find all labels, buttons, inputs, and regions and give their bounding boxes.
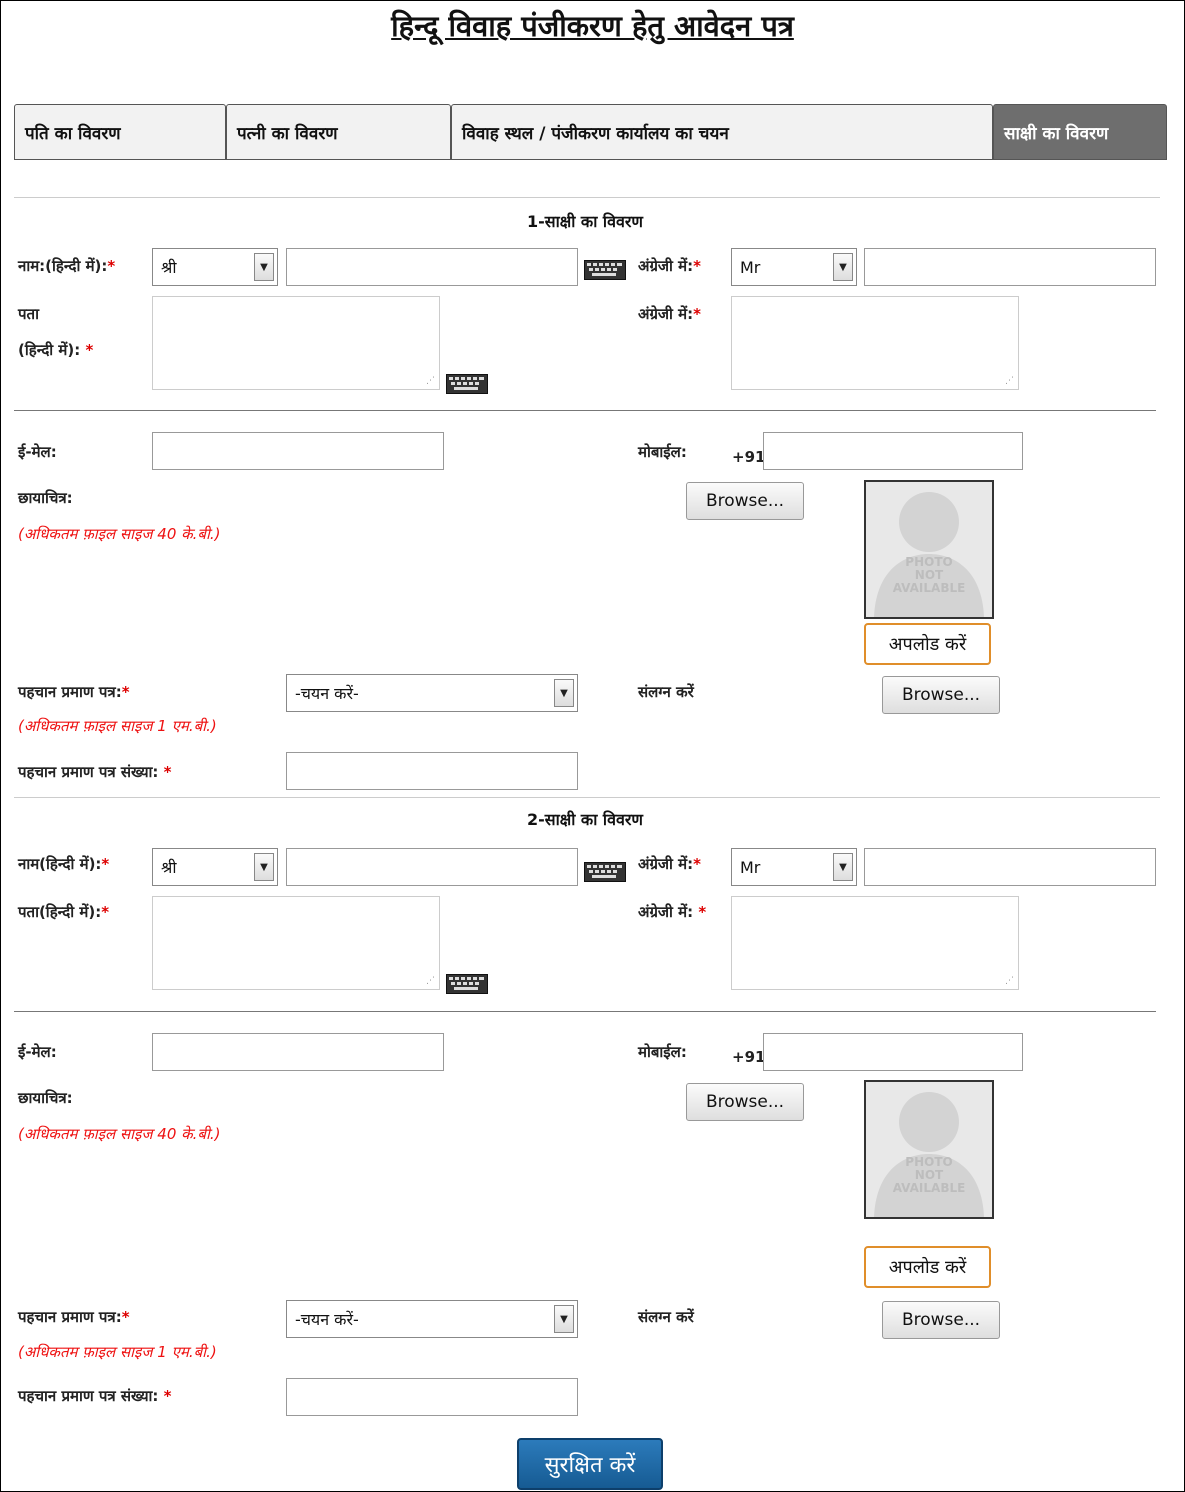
witness1-name-hindi-input[interactable] [286,248,578,286]
witness2-salutation-hi-select[interactable]: श्री ▼ [152,848,278,886]
witness2-photo-browse-button[interactable]: Browse... [686,1083,804,1121]
chevron-down-icon: ▼ [254,853,274,881]
chevron-down-icon: ▼ [833,253,853,281]
witness1-english-label: अंग्रेजी में:* [638,257,701,275]
witness2-mobile-input[interactable] [763,1033,1023,1071]
divider [14,197,1160,198]
witness1-email-label: ई-मेल: [18,443,57,461]
witness1-photo-note: (अधिकतम फ़ाइल साइज 40 के.बी.) [18,525,221,543]
witness2-name-english-input[interactable] [864,848,1156,886]
witness1-name-label: नाम:(हिन्दी में):* [18,257,116,275]
witness2-address-english-textarea[interactable]: ⋰ [731,896,1019,990]
witness2-address-hindi-textarea[interactable]: ⋰ [152,896,440,990]
witness2-attach-browse-button[interactable]: Browse... [882,1301,1000,1339]
witness1-photo-browse-button[interactable]: Browse... [686,482,804,520]
witness1-photo-label: छायाचित्र: [18,489,73,507]
witness1-id-proof-label: पहचान प्रमाण पत्र:* [18,683,130,701]
witness1-address-hindi-textarea[interactable]: ⋰ [152,296,440,390]
witness2-salutation-en-select[interactable]: Mr ▼ [731,848,857,886]
witness2-name-label: नाम(हिन्दी में):* [18,855,110,873]
witness2-photo-label: छायाचित्र: [18,1089,73,1107]
witness1-address-english-textarea[interactable]: ⋰ [731,296,1019,390]
person-silhouette-icon [874,1092,984,1217]
witness1-salutation-en-select[interactable]: Mr ▼ [731,248,857,286]
witness2-mobile-label: मोबाईल: [638,1043,687,1061]
witness1-upload-button[interactable]: अपलोड करें [864,623,991,665]
witness1-salutation-hi-select[interactable]: श्री ▼ [152,248,278,286]
witness2-mobile-prefix: +91 [732,1048,766,1066]
tab-venue-office-selection[interactable]: विवाह स्थल / पंजीकरण कार्यालय का चयन [451,104,993,160]
witness1-mobile-input[interactable] [763,432,1023,470]
witness2-id-number-input[interactable] [286,1378,578,1416]
chevron-down-icon: ▼ [554,679,574,707]
witness2-name-hindi-input[interactable] [286,848,578,886]
chevron-down-icon: ▼ [554,1305,574,1333]
witness1-email-input[interactable] [152,432,444,470]
witness2-address-label: पता(हिन्दी में):* [18,903,110,921]
chevron-down-icon: ▼ [833,853,853,881]
tab-wife-details[interactable]: पत्नी का विवरण [226,104,451,160]
witness1-photo-preview: PHOTO NOT AVAILABLE [864,480,994,619]
witness1-attach-label: संलग्न करें [638,683,694,701]
witness1-address-english-label: अंग्रेजी में:* [638,305,701,323]
keyboard-icon[interactable] [584,862,626,882]
witness1-id-number-input[interactable] [286,752,578,790]
person-silhouette-icon [874,492,984,617]
tab-husband-details[interactable]: पति का विवरण [14,104,226,160]
witness2-photo-note: (अधिकतम फ़ाइल साइज 40 के.बी.) [18,1125,221,1143]
witness2-id-number-label: पहचान प्रमाण पत्र संख्या: * [18,1387,172,1405]
witness1-heading: 1-साक्षी का विवरण [527,212,643,231]
witness1-address-label-line2: (हिन्दी में): * [18,341,94,359]
witness2-id-note: (अधिकतम फ़ाइल साइज 1 एम.बी.) [18,1343,217,1361]
tab-witness-details[interactable]: साक्षी का विवरण [993,104,1167,160]
divider [14,1011,1156,1012]
witness1-name-english-input[interactable] [864,248,1156,286]
witness1-id-note: (अधिकतम फ़ाइल साइज 1 एम.बी.) [18,717,217,735]
divider [14,797,1160,798]
witness2-attach-label: संलग्न करें [638,1308,694,1326]
witness1-mobile-prefix: +91 [732,448,766,466]
page-title: हिन्दू विवाह पंजीकरण हेतु आवेदन पत्र [391,9,794,43]
chevron-down-icon: ▼ [254,253,274,281]
witness2-heading: 2-साक्षी का विवरण [527,810,643,829]
witness1-attach-browse-button[interactable]: Browse... [882,676,1000,714]
witness2-email-label: ई-मेल: [18,1043,57,1061]
witness2-photo-preview: PHOTO NOT AVAILABLE [864,1080,994,1219]
witness1-id-proof-select[interactable]: -चयन करें- ▼ [286,674,578,712]
divider [14,410,1156,411]
witness2-id-proof-label: पहचान प्रमाण पत्र:* [18,1308,130,1326]
keyboard-icon[interactable] [446,974,488,994]
witness1-mobile-label: मोबाईल: [638,443,687,461]
witness2-upload-button[interactable]: अपलोड करें [864,1246,991,1288]
witness2-address-english-label: अंग्रेजी में: * [638,903,707,921]
keyboard-icon[interactable] [446,374,488,394]
witness2-id-proof-select[interactable]: -चयन करें- ▼ [286,1300,578,1338]
save-button[interactable]: सुरक्षित करें [517,1438,663,1490]
witness1-address-label-line1: पता [18,305,39,323]
keyboard-icon[interactable] [584,260,626,280]
witness2-english-label: अंग्रेजी में:* [638,855,701,873]
witness1-id-number-label: पहचान प्रमाण पत्र संख्या: * [18,763,172,781]
witness2-email-input[interactable] [152,1033,444,1071]
